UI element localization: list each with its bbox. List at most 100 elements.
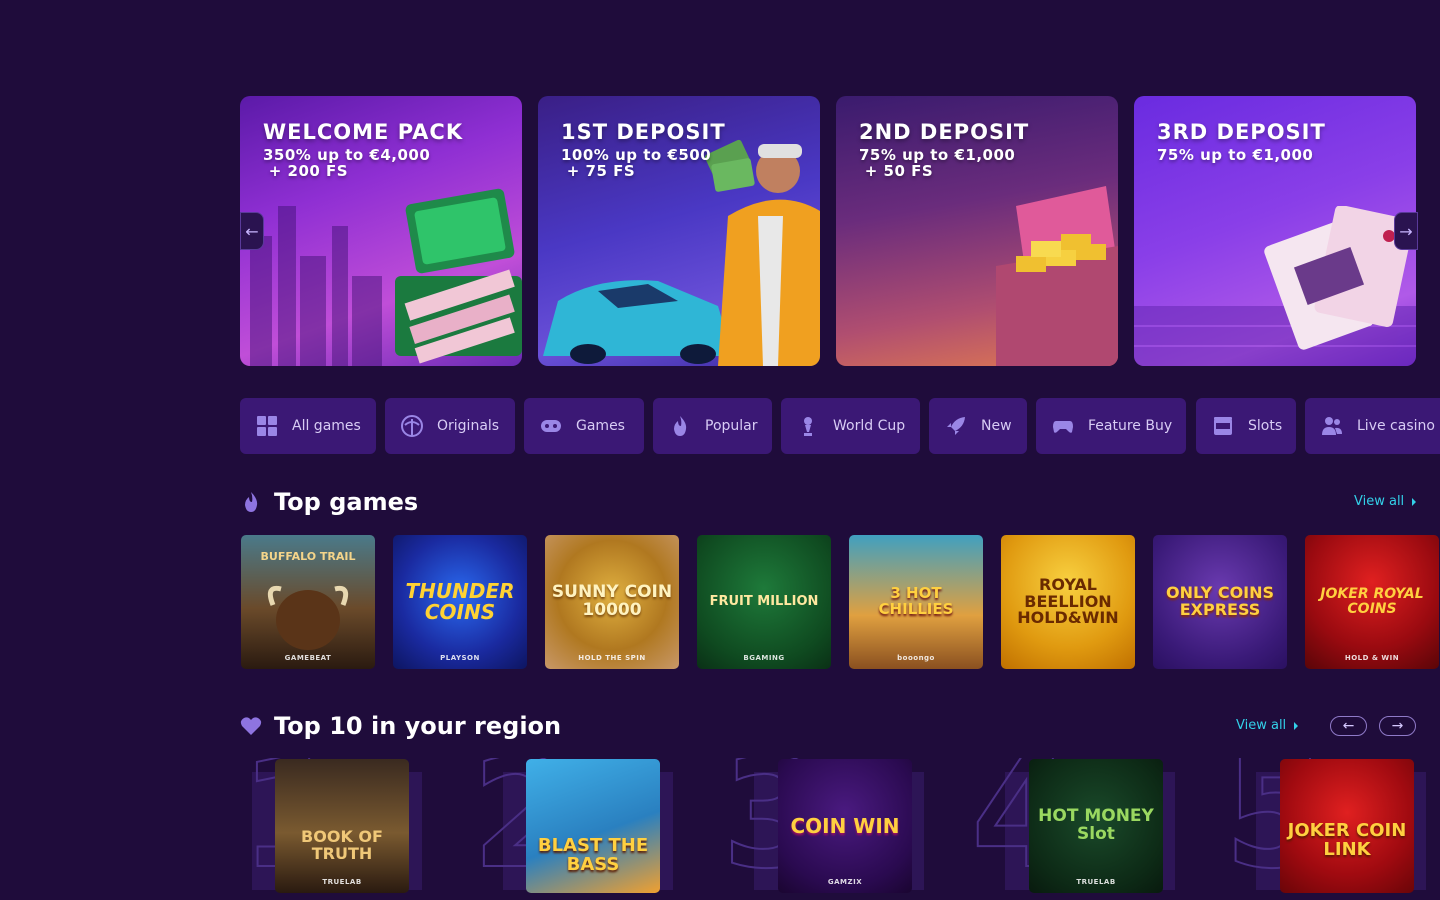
game-tile-thunder-coins[interactable]: THUNDER COINS PLAYSON	[393, 535, 527, 669]
game-tile-buffalo-trail[interactable]: BUFFALO TRAIL GAMEBEAT	[241, 535, 375, 669]
game-provider: HOLD THE SPIN	[578, 653, 646, 662]
users-icon	[1322, 417, 1342, 435]
game-provider: PLAYSON	[440, 653, 480, 662]
game-title: JOKER ROYAL COINS	[1320, 586, 1424, 617]
category-new[interactable]: New	[929, 398, 1027, 454]
category-label: World Cup	[833, 418, 906, 434]
category-world-cup[interactable]: World Cup	[781, 398, 920, 454]
arrow-left-icon: ←	[245, 221, 259, 241]
buffalo-illustration	[267, 585, 349, 650]
promo-card-1st-deposit[interactable]: 1ST DEPOSIT 100% up to €500 + 75 FS	[538, 96, 820, 366]
fire-icon	[674, 416, 687, 436]
game-provider: GAMZIX	[827, 877, 863, 886]
section-title: Top 10 in your region	[274, 712, 562, 740]
promo-card-welcome-pack[interactable]: WELCOME PACK 350% up to €4,000 + 200 FS	[240, 96, 522, 366]
promo-carousel: WELCOME PACK 350% up to €4,000 + 200 FS …	[240, 96, 1416, 366]
promo-subtitle: 100% up to €500 + 75 FS	[561, 146, 712, 180]
promo-title: WELCOME PACK	[263, 120, 464, 144]
category-feature-buy[interactable]: Feature Buy	[1036, 398, 1186, 454]
carousel-prev-button[interactable]: ←	[240, 212, 264, 250]
category-popular[interactable]: Popular	[653, 398, 772, 454]
chevron-right-icon	[1412, 497, 1417, 506]
category-label: Live casino	[1357, 418, 1435, 434]
game-tile-3-hot-chillies[interactable]: 3 HOT CHILLIES booongo	[849, 535, 983, 669]
game-title: FRUIT MILLION	[709, 594, 819, 610]
category-label: Feature Buy	[1088, 418, 1173, 434]
game-title: ONLY COINS EXPRESS	[1165, 583, 1275, 619]
promo-subtitle: 75% up to €1,000 + 50 FS	[859, 146, 1016, 180]
category-all-games[interactable]: All games	[240, 398, 376, 454]
game-tile-only-coins-express[interactable]: ONLY COINS EXPRESS	[1153, 535, 1287, 669]
game-tile-coin-win[interactable]: COIN WIN GAMZIX	[778, 759, 912, 893]
game-tile-book-of-truth[interactable]: BOOK OF TRUTH TRUELAB	[275, 759, 409, 893]
palm-icon	[401, 415, 423, 437]
section-title: Top games	[274, 488, 419, 516]
promo-subtitle: 350% up to €4,000 + 200 FS	[263, 146, 431, 180]
game-title: BLAST THE BASS	[537, 835, 649, 875]
controller-icon	[1053, 421, 1073, 433]
top-games-header: Top games	[240, 488, 418, 516]
view-all-label: View all	[1354, 494, 1405, 509]
game-provider: booongo	[897, 653, 935, 662]
arrow-right-icon: →	[1391, 718, 1404, 734]
view-all-label: View all	[1236, 718, 1287, 733]
promo-subtitle: 75% up to €1,000	[1157, 146, 1314, 164]
category-label: All games	[292, 418, 361, 434]
game-provider: TRUELAB	[1076, 877, 1116, 886]
category-label: Popular	[705, 418, 758, 434]
money-case-illustration	[395, 188, 522, 364]
arrow-left-icon: ←	[1342, 718, 1355, 734]
game-tile-sunny-coin[interactable]: SUNNY COIN 10000 HOLD THE SPIN	[545, 535, 679, 669]
game-provider: HOLD & WIN	[1344, 653, 1400, 662]
category-live-casino[interactable]: Live casino	[1305, 398, 1440, 454]
heart-icon	[240, 717, 262, 735]
fire-icon	[245, 492, 258, 512]
game-title: BUFFALO TRAIL	[260, 550, 356, 563]
game-title: 3 HOT CHILLIES	[878, 584, 954, 618]
category-label: New	[981, 418, 1012, 434]
game-title: JOKER COIN LINK	[1287, 820, 1407, 860]
category-label: Originals	[437, 418, 500, 434]
game-provider: BGAMING	[743, 653, 785, 662]
top10-prev-button[interactable]: ←	[1330, 716, 1367, 736]
game-title: ROYAL BEELLION HOLD&WIN	[1017, 574, 1119, 628]
category-originals[interactable]: Originals	[385, 398, 515, 454]
top-games-view-all-link[interactable]: View all	[1354, 494, 1417, 509]
rocket-icon	[947, 417, 965, 435]
game-title: COIN WIN	[790, 813, 900, 838]
promo-title: 3RD DEPOSIT	[1157, 120, 1326, 144]
game-title: HOT MONEY Slot	[1038, 806, 1154, 844]
game-tile-joker-royal-coins[interactable]: JOKER ROYAL COINS HOLD & WIN	[1305, 535, 1439, 669]
game-title: THUNDER COINS	[405, 579, 515, 624]
arrow-right-icon: →	[1399, 221, 1413, 241]
top-games-row: BUFFALO TRAIL GAMEBEAT THUNDER COINS PLA…	[241, 535, 1440, 669]
top10-view-all-link[interactable]: View all	[1236, 718, 1299, 733]
slot-machine-icon	[1214, 417, 1232, 435]
game-tile-joker-coin-link[interactable]: JOKER COIN LINK	[1280, 759, 1414, 893]
top10-next-button[interactable]: →	[1379, 716, 1416, 736]
treasure-chest-illustration	[996, 186, 1118, 366]
game-title: SUNNY COIN 10000	[551, 582, 673, 620]
game-tile-hot-money[interactable]: HOT MONEY Slot TRUELAB	[1029, 759, 1163, 893]
game-provider: GAMEBEAT	[284, 653, 332, 662]
game-tile-fruit-million[interactable]: FRUIT MILLION BGAMING	[697, 535, 831, 669]
category-games[interactable]: Games	[524, 398, 644, 454]
category-label: Slots	[1248, 418, 1283, 434]
promo-title: 1ST DEPOSIT	[561, 120, 726, 144]
game-tile-blast-the-bass[interactable]: BLAST THE BASS	[526, 759, 660, 893]
game-title: BOOK OF TRUTH	[301, 827, 383, 863]
chevron-right-icon	[1294, 721, 1299, 730]
game-provider: TRUELAB	[322, 877, 362, 886]
gamepad-icon	[541, 420, 561, 432]
trophy-icon	[804, 417, 812, 436]
carousel-next-button[interactable]: →	[1394, 212, 1418, 250]
promo-card-3rd-deposit[interactable]: 3RD DEPOSIT 75% up to €1,000	[1134, 96, 1416, 366]
top10-header: Top 10 in your region	[240, 712, 561, 740]
category-slots[interactable]: Slots	[1196, 398, 1296, 454]
top10-row: 1 2 3 4 5 BOOK OF TRUTH TRUELAB BLAST TH…	[240, 758, 1440, 900]
game-tile-royal-beellion[interactable]: ROYAL BEELLION HOLD&WIN	[1001, 535, 1135, 669]
category-label: Games	[576, 418, 625, 434]
promo-title: 2ND DEPOSIT	[859, 120, 1030, 144]
promo-card-2nd-deposit[interactable]: 2ND DEPOSIT 75% up to €1,000 + 50 FS	[836, 96, 1118, 366]
grid-icon	[257, 416, 277, 436]
